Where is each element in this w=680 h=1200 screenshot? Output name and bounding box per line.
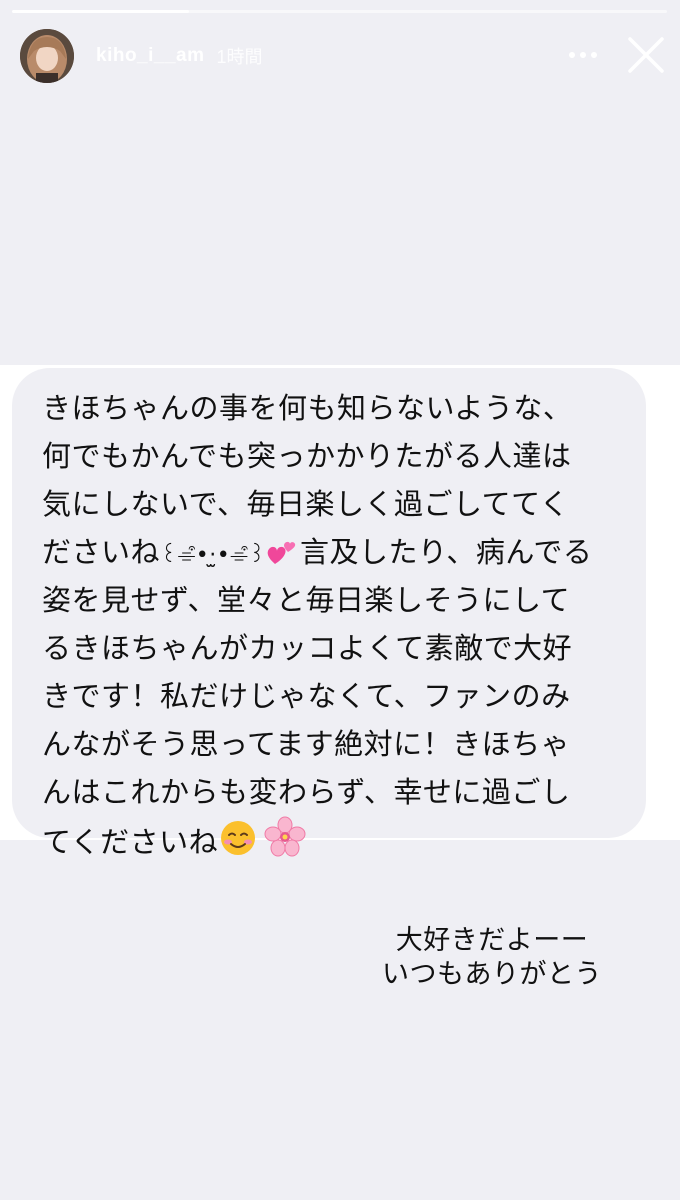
story-progress-fill [12,10,189,13]
cherry-blossom-emoji [264,816,306,872]
reply-caption: 大好きだよーー いつもありがとう [362,924,622,992]
reply-caption-line: 大好きだよーー [395,925,589,956]
message-line: 気にしないで、毎日楽しく過ごしててく [42,487,570,521]
message-line: るきほちゃんがカッコよくて素敵で大好 [42,631,573,665]
more-dots-icon[interactable] [568,40,598,70]
story-header: kiho_i__am 1時間 [20,28,263,84]
kaomoji: ꒰⌯͒•·̫•⌯͒꒱ [160,543,267,568]
message-line: きほちゃんの事を何も知らないような、 [42,391,573,425]
username[interactable]: kiho_i__am [96,45,205,67]
message-line: んはこれからも変わらず、幸せに過ごし [42,775,571,809]
message-line: ださいね꒰⌯͒•·̫•⌯͒꒱ 言及したり、病んでる [42,528,646,576]
two-hearts-emoji [266,534,300,582]
story-progress-bar [12,10,667,13]
message-line: てくださいね [42,816,646,864]
message-text: 言及したり、病んでる [300,535,593,569]
message-line: んながそう思ってます絶対に！きほちゃ [42,727,571,761]
story-frame: kiho_i__am 1時間 きほちゃんの事を何も知らないような、 何でもかんで… [0,0,680,1200]
close-icon[interactable] [624,33,668,77]
message-line: きです！私だけじゃなくて、ファンのみ [42,679,571,713]
message-text: ださいね [42,535,161,569]
reply-caption-line: いつもありがとう [382,959,602,990]
avatar[interactable] [20,29,74,83]
smiling-face-emoji [218,818,258,872]
message-line: 姿を見せず、堂々と毎日楽しそうにして [42,583,571,617]
message-text: てくださいね [42,825,219,859]
message-bubble: きほちゃんの事を何も知らないような、 何でもかんでも突っかかりたがる人達は 気に… [12,368,646,859]
message-line: 何でもかんでも突っかかりたがる人達は [42,439,572,473]
timestamp: 1時間 [216,47,263,67]
